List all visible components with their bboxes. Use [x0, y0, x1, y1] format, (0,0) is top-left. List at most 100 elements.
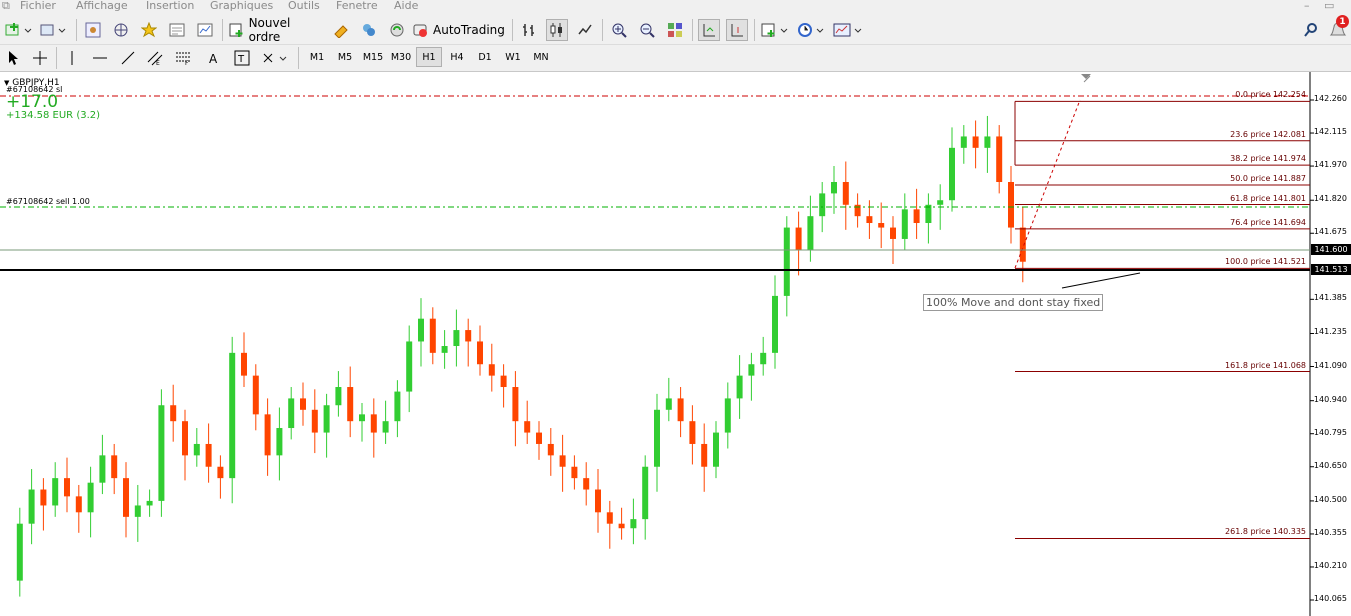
menu-charts[interactable]: Graphiques [210, 0, 273, 12]
candle-body [217, 466, 224, 479]
candlestick-chart-icon[interactable] [546, 19, 568, 41]
trendline-icon[interactable] [118, 47, 138, 69]
candle-body [736, 375, 743, 399]
tf-h1[interactable]: H1 [416, 47, 442, 67]
candle-body [111, 455, 118, 479]
new-chart-button[interactable] [4, 19, 34, 41]
crosshair-icon[interactable] [30, 47, 50, 69]
signals-icon[interactable] [358, 19, 380, 41]
tf-d1[interactable]: D1 [472, 47, 498, 67]
candle-body [913, 209, 920, 224]
candle-body [665, 398, 672, 410]
menu-view[interactable]: Affichage [76, 0, 128, 12]
bar-chart-icon[interactable] [518, 19, 540, 41]
candle-body [524, 421, 531, 433]
tf-h4[interactable]: H4 [444, 47, 470, 67]
candle-body [630, 519, 637, 529]
candle-body [300, 398, 306, 410]
tf-m30[interactable]: M30 [388, 47, 414, 67]
candle-body [996, 136, 1003, 183]
market-icon[interactable] [386, 19, 408, 41]
metaeditor-icon[interactable] [330, 19, 352, 41]
menu-window[interactable]: Fenetre [336, 0, 378, 12]
terminal-icon[interactable] [166, 19, 188, 41]
vertical-line-icon[interactable] [62, 47, 82, 69]
minimize-icon[interactable]: – [1304, 0, 1310, 12]
profit-points: +17.0 [6, 92, 59, 112]
search-icon[interactable] [1300, 19, 1322, 41]
text-icon[interactable]: A [204, 47, 224, 69]
fib-level-label: 76.4 price 141.694 [1230, 217, 1306, 227]
candle-body [571, 466, 578, 479]
candle-body [488, 364, 495, 376]
chart-window[interactable]: ▼ GBPJPY,H1 #67108642 sl +17.0 +134.58 E… [0, 72, 1351, 616]
candle-body [252, 375, 259, 415]
tf-w1[interactable]: W1 [500, 47, 526, 67]
new-order-label: Nouvel ordre [248, 16, 291, 44]
price-tick-label: 140.065 [1313, 594, 1347, 603]
fib-level-label: 50.0 price 141.887 [1230, 173, 1306, 183]
menu-help[interactable]: Aide [394, 0, 418, 12]
candle-body [87, 482, 94, 513]
drawing-toolbar: E F A T M1 M5 M15 M30 H1 H4 D1 W1 MN [0, 45, 1351, 72]
candle-body [276, 428, 283, 456]
fib-level-label: 161.8 price 141.068 [1225, 360, 1306, 370]
navigator-icon[interactable] [110, 19, 132, 41]
profiles-button[interactable] [38, 19, 68, 41]
restore-icon[interactable]: ▭ [1324, 0, 1334, 12]
annotation-label[interactable]: 100% Move and dont stay fixed [923, 294, 1104, 311]
tester-icon[interactable] [194, 19, 216, 41]
menu-tools[interactable]: Outils [288, 0, 320, 12]
line-chart-icon[interactable] [574, 19, 596, 41]
text-label-icon[interactable]: T [232, 47, 252, 69]
periods-button[interactable] [796, 19, 828, 41]
candle-body [40, 489, 47, 506]
cursor-icon[interactable] [4, 47, 24, 69]
chart-shift-icon[interactable] [726, 19, 748, 41]
new-order-button[interactable]: Nouvel ordre [228, 16, 324, 44]
candle-body [642, 466, 649, 520]
candle-body [146, 500, 153, 506]
order-line-label[interactable]: #67108642 sell 1.00 [6, 197, 90, 206]
candle-body [229, 352, 236, 479]
menu-insert[interactable]: Insertion [146, 0, 194, 12]
price-chart[interactable] [0, 72, 1351, 616]
candle-body [193, 443, 200, 456]
autoscroll-icon[interactable] [698, 19, 720, 41]
candle-body [713, 432, 719, 467]
app-icon[interactable]: ⧉ [2, 0, 10, 13]
equidistant-channel-icon[interactable]: E [146, 47, 166, 69]
favorites-icon[interactable] [138, 19, 160, 41]
indicators-button[interactable] [760, 19, 792, 41]
tf-mn[interactable]: MN [528, 47, 554, 67]
notifications-button[interactable]: 1 [1326, 15, 1350, 41]
arrows-button[interactable] [260, 47, 290, 69]
bid-price-label: 141.600 [1311, 244, 1351, 255]
svg-text:F: F [185, 60, 189, 66]
templates-button[interactable] [832, 19, 866, 41]
zoom-out-icon[interactable] [636, 19, 658, 41]
candle-body [890, 227, 896, 239]
tile-windows-icon[interactable] [664, 19, 686, 41]
price-tick-label: 142.115 [1313, 127, 1347, 137]
candle-body [406, 341, 413, 392]
fibonacci-icon[interactable]: F [174, 47, 194, 69]
fib-level-label: 0.0 price 142.254 [1235, 90, 1306, 100]
tf-m1[interactable]: M1 [304, 47, 330, 67]
candle-body [205, 443, 212, 467]
tf-m15[interactable]: M15 [360, 47, 386, 67]
candle-body [441, 346, 448, 353]
candle-body [394, 391, 401, 422]
autotrading-button[interactable]: AutoTrading [412, 19, 506, 41]
price-tick-label: 140.650 [1313, 460, 1347, 470]
zoom-in-icon[interactable] [608, 19, 630, 41]
tf-m5[interactable]: M5 [332, 47, 358, 67]
fib-level-label: 261.8 price 140.335 [1225, 527, 1306, 537]
candle-body [500, 375, 507, 388]
market-watch-icon[interactable] [82, 19, 104, 41]
menu-file[interactable]: Fichier [20, 0, 56, 12]
horizontal-line-icon[interactable] [90, 47, 110, 69]
notification-badge: 1 [1336, 15, 1349, 28]
candle-body [807, 216, 814, 251]
price-tick-label: 141.820 [1313, 194, 1347, 204]
